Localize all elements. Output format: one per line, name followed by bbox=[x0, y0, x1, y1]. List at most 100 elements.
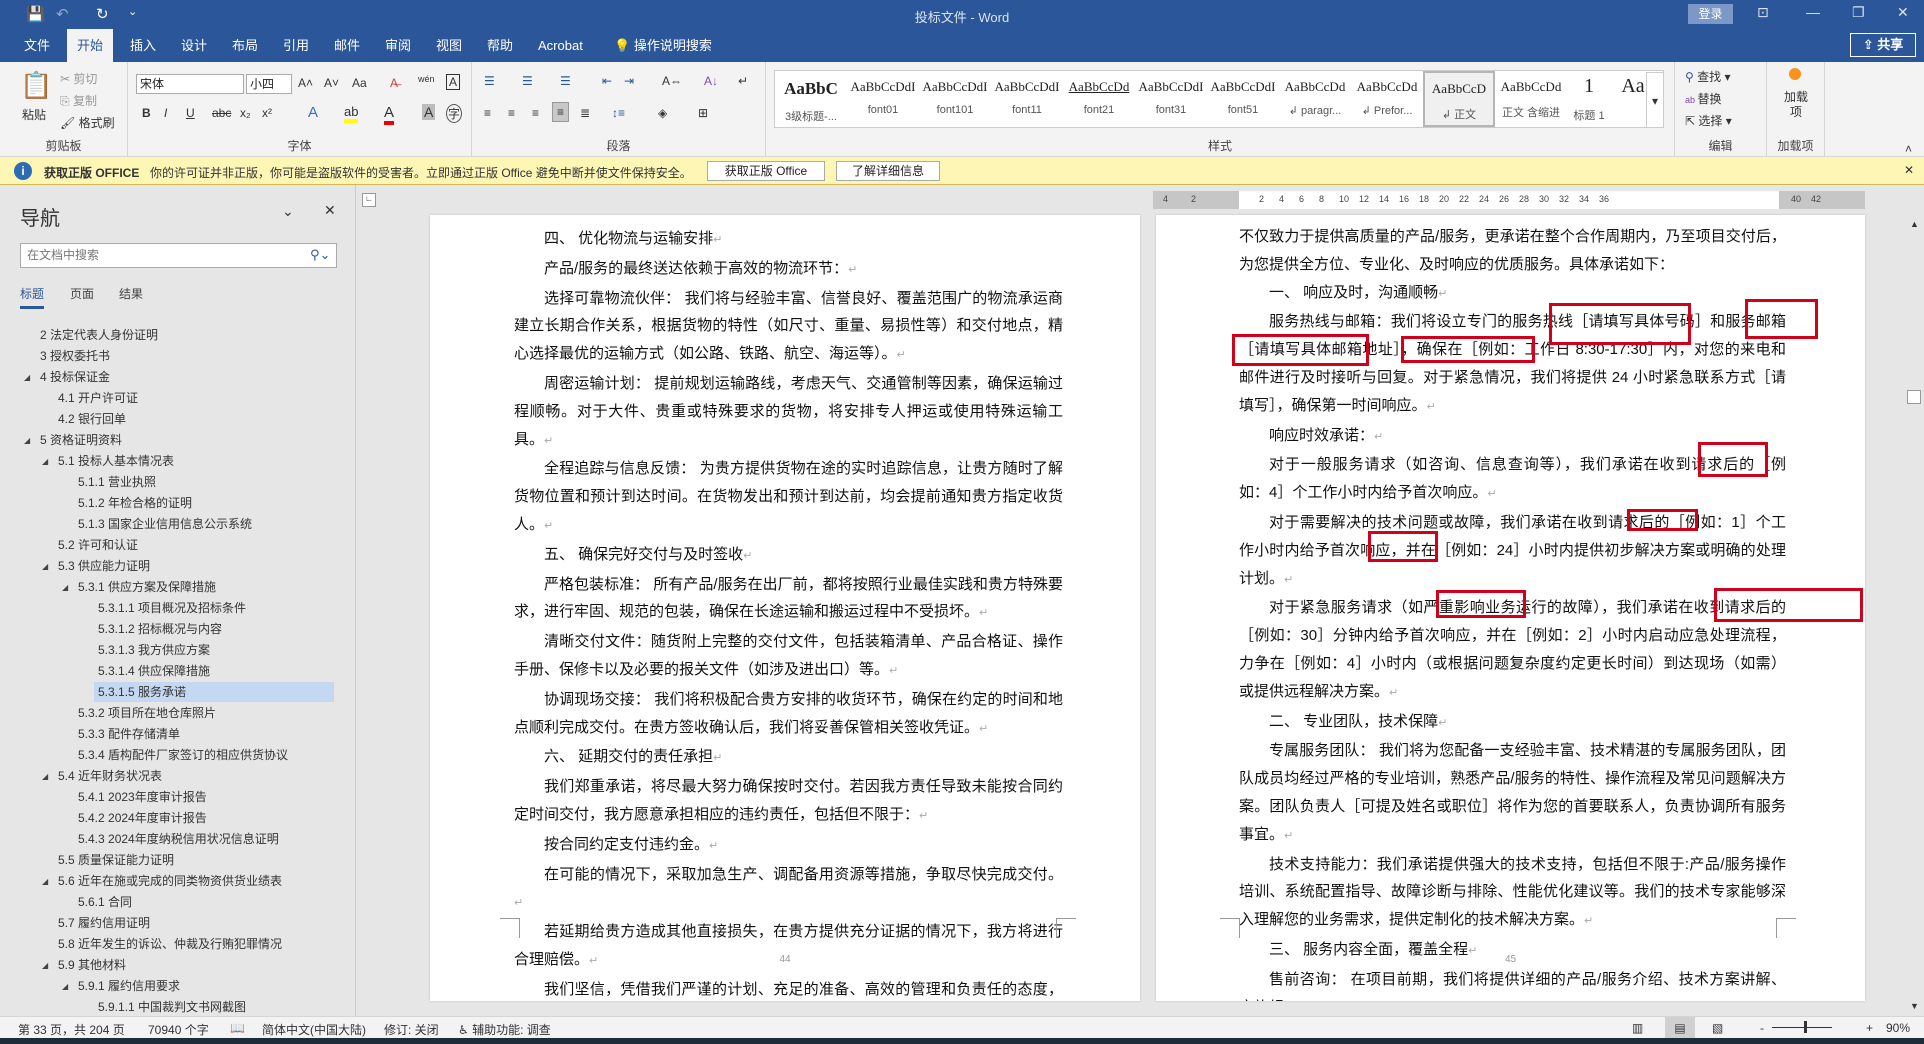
underline-button[interactable]: U bbox=[186, 106, 195, 120]
ribbon-display-options-icon[interactable]: ⊡ bbox=[1757, 4, 1769, 21]
scroll-thumb[interactable] bbox=[1907, 390, 1921, 404]
nav-heading-item[interactable]: 5.3.1.5 服务承诺 bbox=[94, 682, 334, 702]
nav-heading-item[interactable]: 2 法定代表人身份证明 bbox=[40, 325, 158, 345]
zoom-slider-thumb[interactable] bbox=[1804, 1021, 1807, 1033]
style-item[interactable]: AaBbCcDdI font51 bbox=[1207, 71, 1279, 127]
expand-triangle-icon[interactable]: ◢ bbox=[42, 772, 48, 781]
tab-selector[interactable]: ∟ bbox=[362, 193, 376, 207]
nav-heading-item[interactable]: 5.4 近年财务状况表 bbox=[58, 766, 162, 786]
expand-triangle-icon[interactable]: ◢ bbox=[62, 583, 68, 592]
close-button[interactable]: ✕ bbox=[1897, 4, 1909, 21]
close-infobar-icon[interactable]: ✕ bbox=[1904, 163, 1914, 177]
style-item[interactable]: AaBbCcDdI font11 bbox=[991, 71, 1063, 127]
character-shading-icon[interactable]: A bbox=[422, 104, 436, 120]
style-item[interactable]: 1 标题 1 bbox=[1567, 71, 1611, 127]
tell-me-search[interactable]: 💡 操作说明搜索 bbox=[604, 29, 722, 62]
text-effects-icon[interactable]: A bbox=[308, 104, 318, 121]
nav-heading-item[interactable]: 5.1.2 年检合格的证明 bbox=[78, 493, 192, 513]
expand-triangle-icon[interactable]: ◢ bbox=[42, 562, 48, 571]
find-button[interactable]: ⚲ 查找 ▾ bbox=[1685, 68, 1731, 85]
expand-triangle-icon[interactable]: ◢ bbox=[42, 457, 48, 466]
clear-formatting-button[interactable]: A̶ bbox=[390, 76, 398, 90]
change-case-button[interactable]: Aa bbox=[352, 76, 367, 90]
style-item[interactable]: AaBbC 3级标题-... bbox=[775, 71, 847, 127]
superscript-button[interactable]: x² bbox=[262, 106, 272, 120]
nav-close-icon[interactable]: ✕ bbox=[324, 202, 336, 219]
nav-options-chevron-icon[interactable]: ⌄ bbox=[282, 203, 294, 220]
addins-button[interactable]: 加载项 bbox=[1783, 90, 1809, 120]
web-layout-icon[interactable]: ▧ bbox=[1712, 1021, 1723, 1035]
restore-button[interactable]: ❐ bbox=[1852, 4, 1865, 21]
page-44-text[interactable]: 四、 优化物流与运输安排↵ 产品/服务的最终送达依赖于高效的物流环节：↵ 选择可靠物… bbox=[514, 225, 1063, 1001]
collapse-ribbon-icon[interactable]: ˄ bbox=[1905, 142, 1912, 156]
align-right-icon[interactable]: ≡ bbox=[532, 106, 539, 120]
nav-heading-item[interactable]: 5.9.1 履约信用要求 bbox=[78, 976, 180, 996]
learn-more-button[interactable]: 了解详细信息 bbox=[836, 161, 940, 181]
style-item[interactable]: AaBbCcDd font21 bbox=[1063, 71, 1135, 127]
nav-heading-item[interactable]: 5.1.1 营业执照 bbox=[78, 472, 156, 492]
style-item[interactable]: AaBbCcD ↲ 正文 bbox=[1423, 71, 1495, 127]
nav-heading-item[interactable]: 5.9.1.1 中国裁判文书网截图 bbox=[98, 997, 246, 1017]
zoom-in-button[interactable]: + bbox=[1866, 1021, 1873, 1035]
distributed-icon[interactable]: ≣ bbox=[580, 106, 590, 120]
style-item[interactable]: AaBbCcDdI font31 bbox=[1135, 71, 1207, 127]
style-item[interactable]: AaBbCcDd ↲ paragr... bbox=[1279, 71, 1351, 127]
select-button[interactable]: ⇱ 选择 ▾ bbox=[1685, 112, 1732, 129]
get-genuine-button[interactable]: 获取正版 Office bbox=[707, 161, 825, 181]
zoom-slider[interactable] bbox=[1772, 1027, 1832, 1028]
tab-mailings[interactable]: 邮件 bbox=[324, 29, 370, 62]
subscript-button[interactable]: x₂ bbox=[240, 106, 251, 120]
italic-button[interactable]: I bbox=[164, 106, 167, 120]
share-button[interactable]: ⇪ 共享 bbox=[1850, 33, 1916, 57]
expand-triangle-icon[interactable]: ◢ bbox=[24, 373, 30, 382]
styles-more-button[interactable]: ▾ bbox=[1646, 72, 1664, 128]
nav-heading-item[interactable]: 5.6 近年在施或完成的同类物资供货业绩表 bbox=[58, 871, 282, 891]
nav-heading-item[interactable]: 5.3.4 盾构配件厂家签订的相应供货协议 bbox=[78, 745, 288, 765]
nav-heading-item[interactable]: 5.8 近年发生的诉讼、仲裁及行贿犯罪情况 bbox=[58, 934, 282, 954]
minimize-button[interactable]: — bbox=[1806, 4, 1820, 20]
style-item[interactable]: AaBbCcDd ↲ Prefor... bbox=[1351, 71, 1423, 127]
tab-home[interactable]: 开始 bbox=[67, 29, 114, 62]
highlight-color-icon[interactable]: ab bbox=[344, 104, 359, 123]
nav-heading-item[interactable]: 5.3.3 配件存储清单 bbox=[78, 724, 180, 744]
zoom-level[interactable]: 90% bbox=[1886, 1021, 1910, 1035]
numbering-icon[interactable]: ☰ bbox=[522, 74, 533, 88]
nav-heading-item[interactable]: 5.4.3 2024年度纳税信用状况信息证明 bbox=[78, 829, 279, 849]
shading-icon[interactable]: ◈ bbox=[658, 106, 667, 120]
nav-heading-item[interactable]: 5.1 投标人基本情况表 bbox=[58, 451, 174, 471]
style-item[interactable]: AaBbCcDd 正文 含缩进 bbox=[1495, 71, 1567, 127]
style-item[interactable]: AaBbCcDdI font101 bbox=[919, 71, 991, 127]
tab-acrobat[interactable]: Acrobat bbox=[528, 29, 593, 62]
tab-references[interactable]: 引用 bbox=[273, 29, 319, 62]
nav-tab-pages[interactable]: 页面 bbox=[70, 285, 94, 302]
horizontal-ruler[interactable]: 4 2 2 4 6 8 10 12 14 16 18 20 22 24 26 28 30 32 34 36 40 42 bbox=[1153, 191, 1865, 209]
nav-heading-item[interactable]: 5.3.1 供应方案及保障措施 bbox=[78, 577, 216, 597]
expand-triangle-icon[interactable]: ◢ bbox=[62, 982, 68, 991]
font-name-select[interactable]: 宋体 bbox=[136, 74, 244, 94]
copy-button[interactable]: ⎘ 复制 bbox=[60, 92, 97, 109]
nav-heading-item[interactable]: 5.9 其他材料 bbox=[58, 955, 126, 975]
format-painter-button[interactable]: 🖌 格式刷 bbox=[60, 114, 115, 131]
track-changes-status[interactable]: 修订: 关闭 bbox=[384, 1021, 439, 1038]
nav-heading-item[interactable]: 4 投标保证金 bbox=[40, 367, 110, 387]
nav-search-input[interactable]: 在文档中搜索 bbox=[20, 243, 337, 268]
login-button[interactable]: 登录 bbox=[1688, 4, 1733, 24]
justify-icon[interactable]: ≡ bbox=[552, 102, 570, 122]
language[interactable]: 简体中文(中国大陆) bbox=[262, 1021, 366, 1038]
paste-button[interactable]: 粘贴 bbox=[22, 106, 46, 123]
read-mode-icon[interactable]: ▥ bbox=[1632, 1021, 1643, 1035]
nav-heading-item[interactable]: 5.1.3 国家企业信用信息公示系统 bbox=[78, 514, 252, 534]
nav-tab-headings[interactable]: 标题 bbox=[20, 285, 45, 309]
nav-heading-item[interactable]: 5.3.2 项目所在地仓库照片 bbox=[78, 703, 216, 723]
sort-icon[interactable]: A↓ bbox=[704, 74, 718, 88]
zoom-out-button[interactable]: - bbox=[1760, 1021, 1764, 1035]
expand-triangle-icon[interactable]: ◢ bbox=[42, 961, 48, 970]
tab-file[interactable]: 文件 bbox=[14, 29, 60, 62]
addin-icon[interactable] bbox=[1789, 68, 1801, 80]
bullets-icon[interactable]: ☰ bbox=[484, 74, 495, 88]
decrease-indent-icon[interactable]: ⇤ bbox=[602, 74, 612, 88]
nav-heading-item[interactable]: 4.1 开户许可证 bbox=[58, 388, 138, 408]
chinese-layout-icon[interactable]: A⇔ bbox=[662, 74, 682, 88]
nav-heading-item[interactable]: 5.3.1.3 我方供应方案 bbox=[98, 640, 210, 660]
expand-triangle-icon[interactable]: ◢ bbox=[42, 877, 48, 886]
